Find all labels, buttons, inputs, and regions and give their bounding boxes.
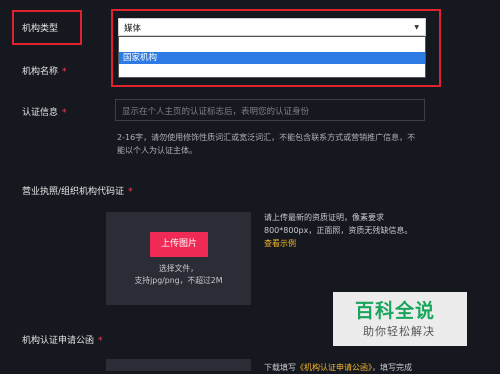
application-desc: 下载填写《机构认证申请公函》，填写完成 bbox=[264, 363, 412, 372]
license-desc: 请上传最新的资质证明，像素要求 800*800px，正面照，资质无残缺信息。 查… bbox=[264, 211, 424, 250]
watermark-subtitle: 助你轻松解决 bbox=[363, 325, 435, 338]
org-type-dropdown: 国家机构 bbox=[118, 36, 426, 78]
org-type-select[interactable]: 媒体 ▼ bbox=[118, 18, 426, 36]
chevron-down-icon: ▼ bbox=[414, 24, 419, 31]
required-mark: * bbox=[62, 108, 67, 118]
license-label: 营业执照/组织机构代码证 * bbox=[22, 187, 133, 197]
license-upload-area[interactable]: 上传图片 选择文件， 支持jpg/png，不超过2M bbox=[106, 212, 251, 305]
org-type-label: 机构类型 bbox=[22, 24, 59, 34]
cert-info-input[interactable]: 显示在个人主页的认证标志后，表明您的认证身份 bbox=[115, 99, 425, 121]
dropdown-option-state-org[interactable]: 国家机构 bbox=[119, 52, 425, 64]
required-mark: * bbox=[98, 336, 103, 346]
watermark: 百科全说 助你轻松解决 bbox=[333, 292, 467, 346]
view-example-link[interactable]: 查看示例 bbox=[264, 237, 424, 250]
required-mark: * bbox=[62, 67, 67, 77]
cert-info-hint: 2-16字，请勿使用修饰性质词汇或宽泛词汇，不能包含联系方式或营销推广信息，不 … bbox=[117, 133, 416, 155]
upload-hint: 选择文件， 支持jpg/png，不超过2M bbox=[134, 264, 223, 285]
org-type-selected-value: 媒体 bbox=[124, 24, 142, 34]
application-upload-area[interactable] bbox=[106, 359, 251, 371]
upload-image-button[interactable]: 上传图片 bbox=[150, 232, 208, 257]
org-name-label: 机构名称 * bbox=[22, 67, 67, 77]
watermark-title: 百科全说 bbox=[355, 300, 436, 322]
cert-info-label: 认证信息 * bbox=[22, 108, 67, 118]
cert-info-placeholder: 显示在个人主页的认证标志后，表明您的认证身份 bbox=[122, 107, 310, 117]
required-mark: * bbox=[128, 187, 133, 197]
application-label: 机构认证申请公函 * bbox=[22, 336, 103, 346]
